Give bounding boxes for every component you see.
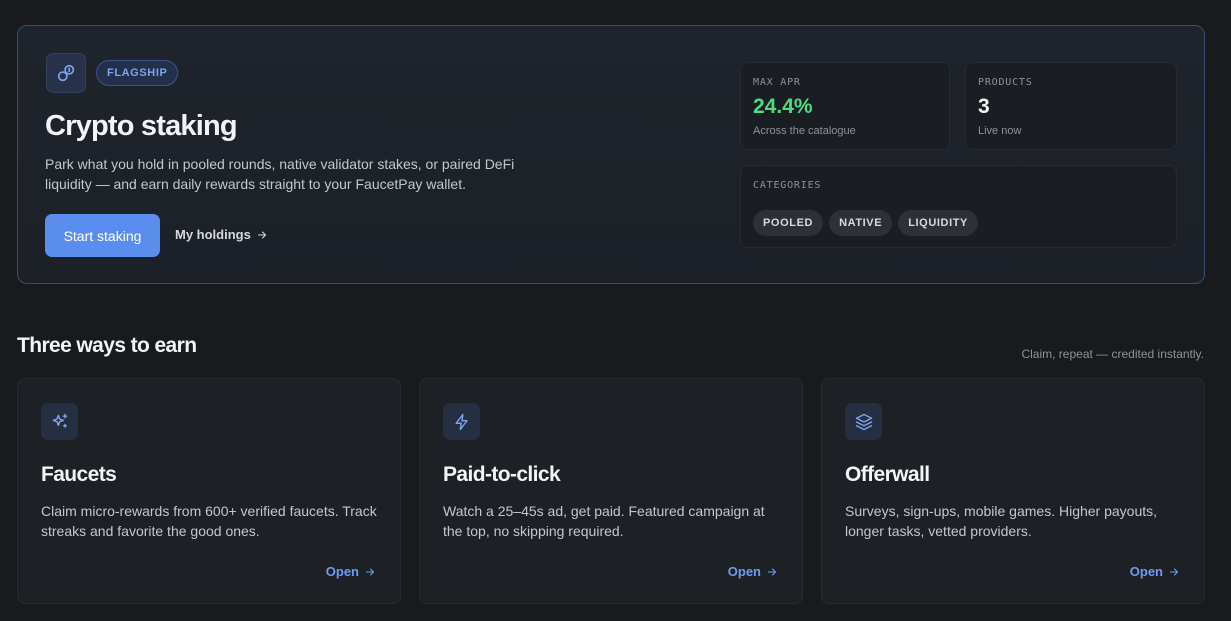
stat-value: 3 [978,95,990,118]
card-description: Watch a 25–45s ad, get paid. Featured ca… [443,503,765,539]
stat-label: PRODUCTS [978,77,1033,88]
staking-hero-card: FLAGSHIP Crypto staking Park what you ho… [17,25,1205,284]
my-holdings-link[interactable]: My holdings [175,227,268,242]
open-offerwall-link[interactable]: Open [1130,564,1180,579]
page-title: Crypto staking [45,110,238,142]
arrow-right-icon [365,567,375,576]
card-title: Faucets [41,463,117,486]
section-subtitle: Claim, repeat — credited instantly. [1021,347,1204,361]
stat-value: 24.4% [753,95,813,118]
card-description: Surveys, sign-ups, mobile games. Higher … [845,503,1158,539]
arrow-right-icon [257,230,266,239]
link-coin-icon [46,53,86,93]
category-chip-liquidity[interactable]: LIQUIDITY [898,210,978,236]
open-label: Open [727,564,761,579]
categories-panel: CATEGORIES POOLED NATIVE LIQUIDITY [740,165,1177,248]
arrow-right-icon [1169,567,1179,576]
category-chip-native[interactable]: NATIVE [829,210,893,236]
open-paid-to-click-link[interactable]: Open [728,564,778,579]
open-label: Open [1129,564,1163,579]
products-stat: PRODUCTS 3 Live now [965,62,1177,150]
max-apr-stat: MAX APR 24.4% Across the catalogue [740,62,950,150]
section-title: Three ways to earn [17,334,197,357]
lightning-icon [443,403,480,440]
layers-icon [845,403,882,440]
card-description: Claim micro-rewards from 600+ verified f… [41,503,377,539]
arrow-right-icon [767,567,777,576]
card-title: Offerwall [845,463,930,486]
paid-to-click-card[interactable]: Paid-to-click Watch a 25–45s ad, get pai… [419,378,803,604]
category-chips: POOLED NATIVE LIQUIDITY [753,210,978,236]
sparkles-icon [41,403,78,440]
open-faucets-link[interactable]: Open [326,564,376,579]
categories-label: CATEGORIES [753,180,822,191]
card-title: Paid-to-click [443,463,561,486]
offerwall-card[interactable]: Offerwall Surveys, sign-ups, mobile game… [821,378,1205,604]
hero-description: Park what you hold in pooled rounds, nat… [45,156,515,192]
stat-sub: Live now [978,125,1022,137]
stat-label: MAX APR [753,77,801,88]
faucets-card[interactable]: Faucets Claim micro-rewards from 600+ ve… [17,378,401,604]
start-staking-button[interactable]: Start staking [45,214,160,257]
flagship-badge: FLAGSHIP [96,60,179,86]
open-label: Open [325,564,359,579]
stat-sub: Across the catalogue [753,125,856,137]
my-holdings-label: My holdings [175,227,251,242]
category-chip-pooled[interactable]: POOLED [753,210,824,236]
